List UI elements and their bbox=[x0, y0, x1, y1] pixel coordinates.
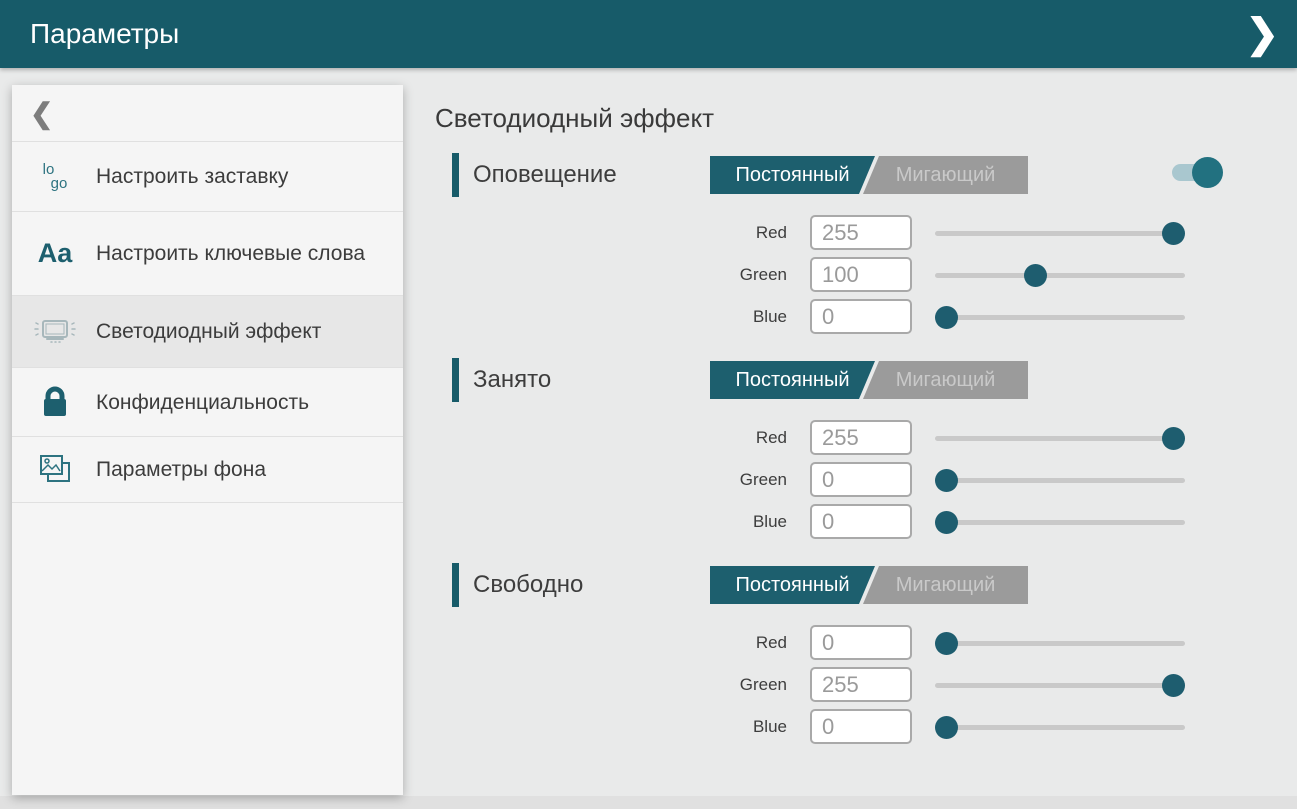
settings-sidebar: ❮ logo Настроить заставку Aa Настроить к… bbox=[12, 85, 403, 795]
accent-bar bbox=[452, 563, 459, 607]
slider-track bbox=[935, 231, 1185, 236]
green-slider[interactable] bbox=[935, 254, 1185, 296]
app-header: Параметры ❯ bbox=[0, 0, 1297, 68]
background-images-icon bbox=[28, 449, 82, 491]
blue-slider[interactable] bbox=[935, 296, 1185, 338]
enable-toggle-switch[interactable] bbox=[1172, 164, 1210, 181]
blue-slider[interactable] bbox=[935, 501, 1185, 543]
keywords-icon: Aa bbox=[28, 238, 82, 269]
led-section-busy: Занято Постоянный Мигающий Red Green bbox=[435, 358, 1285, 543]
chevron-right-icon[interactable]: ❯ bbox=[1245, 10, 1279, 58]
section-label: Свободно bbox=[473, 563, 583, 607]
switch-knob bbox=[1192, 157, 1223, 188]
sidebar-item-label: Конфиденциальность bbox=[82, 389, 309, 416]
red-value-input[interactable] bbox=[810, 215, 912, 250]
mode-solid-button[interactable]: Постоянный bbox=[710, 156, 875, 194]
mode-solid-button[interactable]: Постоянный bbox=[710, 566, 875, 604]
led-section-notification: Оповещение Постоянный Мигающий Red Green bbox=[435, 153, 1285, 338]
sidebar-item-privacy[interactable]: Конфиденциальность bbox=[12, 368, 403, 437]
lock-icon bbox=[28, 382, 82, 422]
slider-thumb[interactable] bbox=[1162, 674, 1185, 697]
slider-thumb[interactable] bbox=[935, 469, 958, 492]
red-value-input[interactable] bbox=[810, 420, 912, 455]
slider-track bbox=[935, 436, 1185, 441]
slider-track bbox=[935, 725, 1185, 730]
sidebar-item-label: Параметры фона bbox=[82, 456, 266, 483]
slider-track bbox=[935, 315, 1185, 320]
sidebar-item-led-effect[interactable]: Светодиодный эффект bbox=[12, 296, 403, 368]
sidebar-item-label: Настроить заставку bbox=[82, 163, 288, 190]
accent-bar bbox=[452, 153, 459, 197]
mode-blinking-button[interactable]: Мигающий bbox=[863, 156, 1028, 194]
mode-blinking-button[interactable]: Мигающий bbox=[863, 361, 1028, 399]
slider-track bbox=[935, 641, 1185, 646]
blue-value-input[interactable] bbox=[810, 504, 912, 539]
red-label: Red bbox=[695, 417, 787, 459]
logo-icon: logo bbox=[28, 163, 82, 191]
red-value-input[interactable] bbox=[810, 625, 912, 660]
green-label: Green bbox=[695, 664, 787, 706]
section-title: Светодиодный эффект bbox=[435, 103, 1285, 134]
sidebar-item-splash-screen[interactable]: logo Настроить заставку bbox=[12, 142, 403, 212]
bottom-edge bbox=[0, 796, 1297, 809]
mode-toggle: Постоянный Мигающий bbox=[710, 156, 1040, 194]
sidebar-back-button[interactable]: ❮ bbox=[12, 85, 403, 142]
led-section-free: Свободно Постоянный Мигающий Red Green bbox=[435, 563, 1285, 748]
slider-track bbox=[935, 520, 1185, 525]
sidebar-item-label: Светодиодный эффект bbox=[82, 318, 321, 345]
mode-solid-button[interactable]: Постоянный bbox=[710, 361, 875, 399]
slider-track bbox=[935, 478, 1185, 483]
blue-slider[interactable] bbox=[935, 706, 1185, 748]
page-title: Параметры bbox=[30, 18, 179, 50]
section-label: Оповещение bbox=[473, 153, 617, 197]
blue-value-input[interactable] bbox=[810, 299, 912, 334]
red-slider[interactable] bbox=[935, 417, 1185, 459]
slider-thumb[interactable] bbox=[1162, 222, 1185, 245]
mode-toggle: Постоянный Мигающий bbox=[710, 566, 1040, 604]
green-value-input[interactable] bbox=[810, 462, 912, 497]
mode-blinking-button[interactable]: Мигающий bbox=[863, 566, 1028, 604]
sidebar-item-keywords[interactable]: Aa Настроить ключевые слова bbox=[12, 212, 403, 296]
green-value-input[interactable] bbox=[810, 257, 912, 292]
mode-toggle: Постоянный Мигающий bbox=[710, 361, 1040, 399]
slider-thumb[interactable] bbox=[1162, 427, 1185, 450]
green-label: Green bbox=[695, 254, 787, 296]
green-label: Green bbox=[695, 459, 787, 501]
blue-label: Blue bbox=[695, 706, 787, 748]
slider-track bbox=[935, 273, 1185, 278]
slider-thumb[interactable] bbox=[1024, 264, 1047, 287]
slider-thumb[interactable] bbox=[935, 306, 958, 329]
chevron-left-icon: ❮ bbox=[30, 97, 53, 130]
sidebar-item-background[interactable]: Параметры фона bbox=[12, 437, 403, 503]
green-slider[interactable] bbox=[935, 459, 1185, 501]
red-label: Red bbox=[695, 622, 787, 664]
slider-track bbox=[935, 683, 1185, 688]
green-value-input[interactable] bbox=[810, 667, 912, 702]
red-slider[interactable] bbox=[935, 212, 1185, 254]
blue-label: Blue bbox=[695, 296, 787, 338]
blue-value-input[interactable] bbox=[810, 709, 912, 744]
led-screen-icon bbox=[28, 312, 82, 352]
red-slider[interactable] bbox=[935, 622, 1185, 664]
led-effect-panel: Светодиодный эффект Оповещение Постоянны… bbox=[435, 85, 1285, 768]
slider-thumb[interactable] bbox=[935, 632, 958, 655]
green-slider[interactable] bbox=[935, 664, 1185, 706]
sidebar-item-label: Настроить ключевые слова bbox=[82, 240, 365, 267]
section-label: Занято bbox=[473, 358, 551, 402]
slider-thumb[interactable] bbox=[935, 511, 958, 534]
slider-thumb[interactable] bbox=[935, 716, 958, 739]
red-label: Red bbox=[695, 212, 787, 254]
accent-bar bbox=[452, 358, 459, 402]
blue-label: Blue bbox=[695, 501, 787, 543]
